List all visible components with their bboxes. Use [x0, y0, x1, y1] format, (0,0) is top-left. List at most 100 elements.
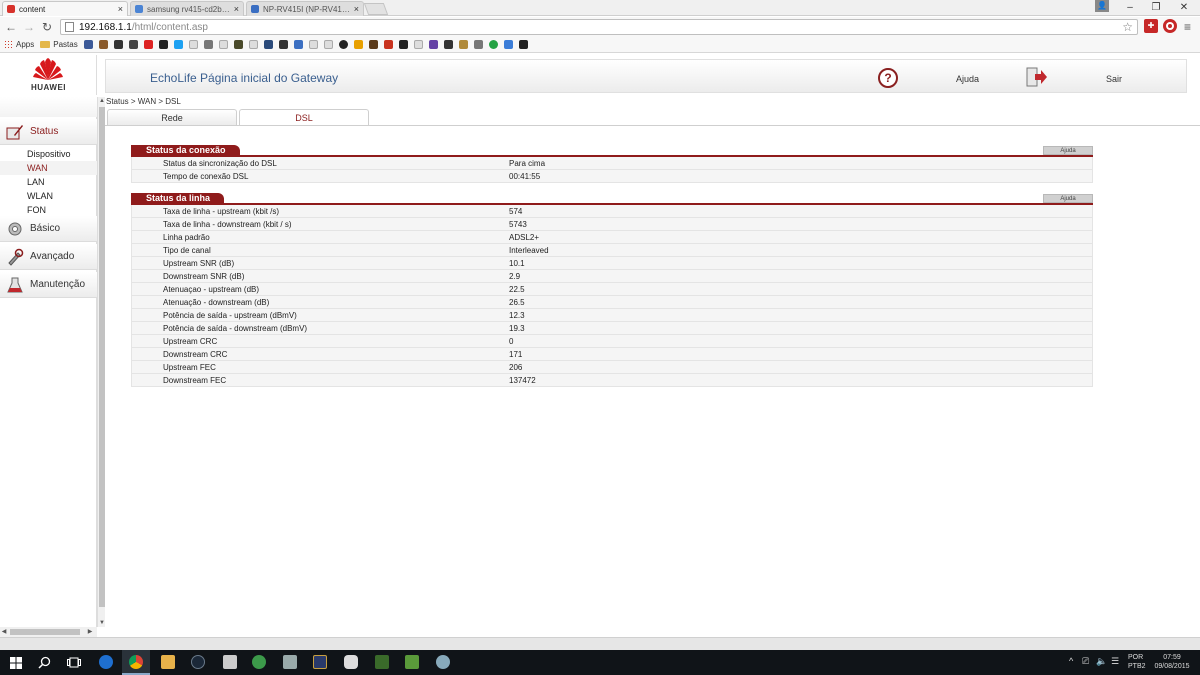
- bookmark-icon[interactable]: [368, 40, 378, 49]
- whatsapp-bookmark-icon[interactable]: [488, 40, 498, 49]
- reddit-bookmark-icon[interactable]: [203, 40, 213, 49]
- row-value: ADSL2+: [509, 233, 540, 242]
- youtube-bookmark-icon[interactable]: [143, 40, 153, 49]
- bookmark-icon[interactable]: [263, 40, 273, 49]
- app-taskbar-icon[interactable]: [283, 655, 297, 669]
- extension-icon[interactable]: ✚: [1144, 19, 1158, 33]
- bookmark-icon[interactable]: [443, 40, 453, 49]
- bookmark-icon[interactable]: [98, 40, 108, 49]
- minimize-button[interactable]: –: [1116, 0, 1144, 14]
- volume-icon[interactable]: 🔈: [1096, 656, 1107, 667]
- twitch-bookmark-icon[interactable]: [428, 40, 438, 49]
- edge-taskbar-icon[interactable]: [99, 655, 113, 669]
- scroll-down-icon[interactable]: ▼: [98, 619, 106, 627]
- app-taskbar-icon[interactable]: [436, 655, 450, 669]
- bookmark-icon[interactable]: [278, 40, 288, 49]
- sidebar-horizontal-scrollbar[interactable]: ◀ ▶: [0, 627, 97, 637]
- restore-button[interactable]: ❐: [1142, 0, 1170, 14]
- close-icon[interactable]: ×: [351, 4, 359, 14]
- page-bookmark-icon[interactable]: [308, 40, 318, 49]
- bookmark-icon[interactable]: [293, 40, 303, 49]
- app-taskbar-icon[interactable]: [223, 655, 237, 669]
- close-icon[interactable]: ×: [231, 4, 239, 14]
- profile-icon[interactable]: 👤: [1095, 0, 1109, 12]
- facebook-bookmark-icon[interactable]: [83, 40, 93, 49]
- sidebar-item-basico[interactable]: Básico: [0, 216, 97, 242]
- huawei-logo[interactable]: HUAWEI: [0, 55, 97, 95]
- bookmark-icon[interactable]: [503, 40, 513, 49]
- reload-button[interactable]: ↻: [40, 20, 54, 34]
- sidebar-subitem-dispositivo[interactable]: Dispositivo: [0, 147, 97, 161]
- chrome-taskbar-icon[interactable]: [129, 655, 143, 669]
- adblock-extension-icon[interactable]: [1163, 19, 1177, 33]
- exit-door-icon[interactable]: [1026, 67, 1048, 87]
- page-bookmark-icon[interactable]: [188, 40, 198, 49]
- page-bookmark-icon[interactable]: [218, 40, 228, 49]
- sidebar-subitem-lan[interactable]: LAN: [0, 175, 97, 189]
- app-taskbar-icon[interactable]: [313, 655, 327, 669]
- sidebar-item-avancado[interactable]: Avançado: [0, 244, 97, 270]
- search-icon[interactable]: [38, 656, 51, 669]
- notepad-icon[interactable]: [405, 655, 419, 669]
- bookmark-star-icon[interactable]: ☆: [1122, 20, 1133, 34]
- tray-chevron-icon[interactable]: ^: [1069, 656, 1073, 666]
- page-bookmark-icon[interactable]: [413, 40, 423, 49]
- browser-tab-content[interactable]: content ×: [2, 1, 128, 16]
- scrollbar-thumb[interactable]: [99, 107, 105, 607]
- bookmark-icon[interactable]: [338, 40, 348, 49]
- twitter-bookmark-icon[interactable]: [173, 40, 183, 49]
- browser-tab-np-rv415[interactable]: NP-RV415I (NP-RV415-CD ×: [246, 1, 364, 16]
- bookmark-icon[interactable]: [518, 40, 528, 49]
- browser-menu-icon[interactable]: ≡: [1184, 20, 1191, 34]
- scroll-right-icon[interactable]: ▶: [86, 627, 94, 637]
- bookmark-icon[interactable]: [398, 40, 408, 49]
- browser-tab-samsung[interactable]: samsung rv415-cd2br - P ×: [130, 1, 244, 16]
- check-bookmark-icon[interactable]: [353, 40, 363, 49]
- bookmarks-bar: Apps Pastas: [0, 37, 1200, 53]
- app-taskbar-icon[interactable]: [375, 655, 389, 669]
- steam-icon[interactable]: [191, 655, 205, 669]
- notifications-icon[interactable]: ☰: [1111, 656, 1119, 667]
- bookmark-icon[interactable]: [113, 40, 123, 49]
- task-view-icon[interactable]: [67, 656, 81, 669]
- windows-start-icon[interactable]: [10, 657, 22, 669]
- close-icon[interactable]: ×: [115, 4, 123, 14]
- tab-dsl[interactable]: DSL: [239, 109, 369, 125]
- back-button[interactable]: ←: [4, 20, 18, 34]
- bookmark-icon[interactable]: [128, 40, 138, 49]
- section-help-button[interactable]: Ajuda: [1043, 194, 1093, 203]
- reddit-bookmark-icon[interactable]: [473, 40, 483, 49]
- bookmark-icon[interactable]: [233, 40, 243, 49]
- system-clock[interactable]: 07:59 09/08/2015: [1152, 653, 1192, 671]
- scroll-up-icon[interactable]: ▲: [98, 97, 106, 105]
- help-link[interactable]: Ajuda: [956, 74, 979, 84]
- bookmark-icon[interactable]: [458, 40, 468, 49]
- forward-button[interactable]: →: [22, 20, 36, 34]
- sidebar-subitem-fon[interactable]: FON: [0, 203, 97, 217]
- sidebar-item-status[interactable]: Status: [0, 119, 97, 145]
- sidebar-vertical-scrollbar[interactable]: ▲ ▼: [97, 97, 105, 627]
- network-icon[interactable]: ⎚: [1082, 656, 1089, 667]
- file-explorer-icon[interactable]: [161, 655, 175, 669]
- language-indicator[interactable]: POR PTB2: [1128, 653, 1146, 671]
- app-taskbar-icon[interactable]: [252, 655, 266, 669]
- scrollbar-thumb[interactable]: [10, 629, 80, 635]
- address-bar[interactable]: 192.168.1.1 /html/content.asp ☆: [60, 19, 1138, 35]
- sidebar-item-manutencao[interactable]: Manutenção: [0, 272, 97, 298]
- bookmark-folder[interactable]: Pastas: [40, 40, 78, 49]
- close-window-button[interactable]: ✕: [1170, 0, 1198, 14]
- scroll-left-icon[interactable]: ◀: [0, 627, 8, 637]
- page-bookmark-icon[interactable]: [323, 40, 333, 49]
- tab-rede[interactable]: Rede: [107, 109, 237, 125]
- logout-link[interactable]: Sair: [1106, 74, 1122, 84]
- bookmark-apps[interactable]: Apps: [4, 40, 34, 49]
- bookmark-icon[interactable]: [383, 40, 393, 49]
- sidebar-subitem-wan[interactable]: WAN: [0, 161, 97, 175]
- gamepad-icon[interactable]: [344, 655, 358, 669]
- sidebar-subitem-wlan[interactable]: WLAN: [0, 189, 97, 203]
- section-help-button[interactable]: Ajuda: [1043, 146, 1093, 155]
- new-tab-button[interactable]: [363, 3, 389, 15]
- bookmark-icon[interactable]: [158, 40, 168, 49]
- help-icon[interactable]: ?: [878, 68, 898, 88]
- page-bookmark-icon[interactable]: [248, 40, 258, 49]
